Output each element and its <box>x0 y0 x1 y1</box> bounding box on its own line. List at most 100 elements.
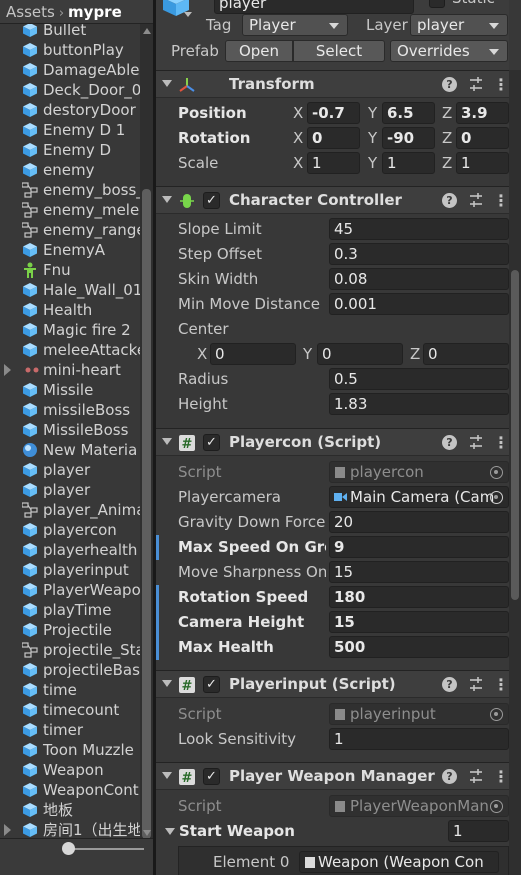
icon-size-slider-knob[interactable] <box>62 842 75 855</box>
asset-item[interactable]: PlayerWeapo <box>0 580 140 600</box>
min-move-distance-field[interactable]: 0.001 <box>329 293 509 315</box>
asset-item[interactable]: Missile <box>0 380 140 400</box>
presets-icon[interactable] <box>468 76 484 92</box>
character-controller-header[interactable]: ✓ Character Controller ? ⋮ <box>156 186 509 214</box>
weapon-manager-header[interactable]: # ✓ Player Weapon Manager (Sc ? ⋮ <box>156 762 509 790</box>
foldout-arrow-icon[interactable] <box>4 824 11 836</box>
help-icon[interactable]: ? <box>442 435 457 450</box>
asset-item[interactable]: DamageAble <box>0 60 140 80</box>
min-move-distance-label[interactable]: Min Move Distance <box>178 292 320 317</box>
asset-item[interactable]: enemy_range <box>0 220 140 240</box>
scroll-up-arrow-icon[interactable] <box>143 28 151 34</box>
inspector-scrollbar-thumb[interactable] <box>511 270 519 600</box>
rotation-z-axis-label[interactable]: Z <box>442 126 452 151</box>
asset-item[interactable]: buttonPlay <box>0 40 140 60</box>
rotation-x-axis-label[interactable]: X <box>293 126 303 151</box>
move-sharpness-label[interactable]: Move Sharpness On <box>178 560 326 585</box>
project-scrollbar[interactable] <box>140 24 153 840</box>
prefab-overrides-dropdown[interactable]: Overrides <box>390 40 508 62</box>
height-label[interactable]: Height <box>178 392 228 417</box>
radius-label[interactable]: Radius <box>178 367 228 392</box>
gravity-field[interactable]: 20 <box>329 511 509 533</box>
center-x-axis-label[interactable]: X <box>197 342 207 367</box>
scale-x-axis-label[interactable]: X <box>293 151 303 176</box>
move-sharpness-field[interactable]: 15 <box>329 561 509 583</box>
scale-z-axis-label[interactable]: Z <box>442 151 452 176</box>
foldout-arrow-icon[interactable] <box>162 438 172 445</box>
center-z-axis-label[interactable]: Z <box>410 342 420 367</box>
playerinput-enabled-checkbox[interactable]: ✓ <box>203 676 220 693</box>
asset-list[interactable]: Bullet buttonPlay DamageAble Deck_Door_0 des… <box>0 20 140 840</box>
asset-item[interactable]: Enemy D <box>0 140 140 160</box>
asset-item[interactable]: Health <box>0 300 140 320</box>
kebab-menu-icon[interactable]: ⋮ <box>493 767 509 787</box>
step-offset-field[interactable]: 0.3 <box>329 243 509 265</box>
center-z-field[interactable]: 0 <box>423 343 509 365</box>
kebab-menu-icon[interactable]: ⋮ <box>493 75 509 95</box>
position-y-axis-label[interactable]: Y <box>368 101 377 126</box>
look-sensitivity-label[interactable]: Look Sensitivity <box>178 727 296 752</box>
asset-item[interactable]: destoryDoor <box>0 100 140 120</box>
asset-item[interactable]: playerinput <box>0 560 140 580</box>
breadcrumb-mypre[interactable]: mypre <box>68 3 122 21</box>
prefab-open-button[interactable]: Open <box>225 40 293 62</box>
rotation-speed-label[interactable]: Rotation Speed <box>178 585 308 610</box>
asset-item[interactable]: Magic fire 2 <box>0 320 140 340</box>
rotation-z-field[interactable]: 0 <box>456 127 509 149</box>
asset-item[interactable]: enemy <box>0 160 140 180</box>
object-name-field[interactable]: player <box>214 0 414 14</box>
presets-icon[interactable] <box>468 768 484 784</box>
tag-dropdown[interactable]: Player <box>242 14 348 36</box>
rotation-y-field[interactable]: -90 <box>382 127 435 149</box>
asset-item[interactable]: player_Anima <box>0 500 140 520</box>
max-speed-field[interactable]: 9 <box>329 536 509 558</box>
center-x-field[interactable]: 0 <box>210 343 296 365</box>
kebab-menu-icon[interactable]: ⋮ <box>493 675 509 695</box>
playercon-enabled-checkbox[interactable]: ✓ <box>203 434 220 451</box>
character-controller-enabled-checkbox[interactable]: ✓ <box>203 192 220 209</box>
asset-item[interactable]: missileBoss <box>0 400 140 420</box>
position-x-field[interactable]: -0.7 <box>307 102 360 124</box>
asset-item[interactable]: enemy_boss_ <box>0 180 140 200</box>
icon-size-slider-track[interactable] <box>66 848 144 850</box>
asset-item[interactable]: New Materia <box>0 440 140 460</box>
slope-limit-field[interactable]: 45 <box>329 218 509 240</box>
help-icon[interactable]: ? <box>442 193 457 208</box>
help-icon[interactable]: ? <box>442 769 457 784</box>
playerinput-header[interactable]: # ✓ Playerinput (Script) ? ⋮ <box>156 670 509 698</box>
max-speed-label[interactable]: Max Speed On Grou <box>178 535 326 560</box>
foldout-arrow-icon[interactable] <box>162 80 172 87</box>
icon-dropdown-arrow-icon[interactable] <box>184 12 192 17</box>
asset-item[interactable]: playerhealth <box>0 540 140 560</box>
scale-y-axis-label[interactable]: Y <box>368 151 377 176</box>
start-weapon-label[interactable]: Start Weapon <box>179 819 295 844</box>
kebab-menu-icon[interactable]: ⋮ <box>493 433 509 453</box>
center-y-axis-label[interactable]: Y <box>303 342 312 367</box>
start-weapon-size-field[interactable]: 1 <box>448 820 509 842</box>
playercon-header[interactable]: # ✓ Playercon (Script) ? ⋮ <box>156 428 509 456</box>
position-z-axis-label[interactable]: Z <box>442 101 452 126</box>
static-checkbox[interactable] <box>429 0 445 8</box>
asset-item[interactable]: time <box>0 680 140 700</box>
asset-item[interactable]: Weapon <box>0 760 140 780</box>
radius-field[interactable]: 0.5 <box>329 368 509 390</box>
rotation-y-axis-label[interactable]: Y <box>368 126 377 151</box>
height-field[interactable]: 1.83 <box>329 393 509 415</box>
asset-item[interactable]: projectile_Sta <box>0 640 140 660</box>
presets-icon[interactable] <box>468 676 484 692</box>
asset-item[interactable]: playercon <box>0 520 140 540</box>
asset-item[interactable]: enemy_melee <box>0 200 140 220</box>
rotation-x-field[interactable]: 0 <box>307 127 360 149</box>
scroll-down-arrow-icon[interactable] <box>143 830 151 836</box>
scale-y-field[interactable]: 1 <box>382 152 435 174</box>
help-icon[interactable]: ? <box>442 677 457 692</box>
slope-limit-label[interactable]: Slope Limit <box>178 217 262 242</box>
asset-item[interactable]: Projectile <box>0 620 140 640</box>
transform-header[interactable]: Transform ? ⋮ <box>156 70 509 98</box>
weapon-manager-enabled-checkbox[interactable]: ✓ <box>203 768 220 785</box>
max-health-label[interactable]: Max Health <box>178 635 274 660</box>
asset-item[interactable]: 房间1（出生地 <box>0 820 140 840</box>
object-picker-icon[interactable] <box>490 466 503 479</box>
asset-item[interactable]: playTime <box>0 600 140 620</box>
foldout-arrow-icon[interactable] <box>4 364 11 376</box>
